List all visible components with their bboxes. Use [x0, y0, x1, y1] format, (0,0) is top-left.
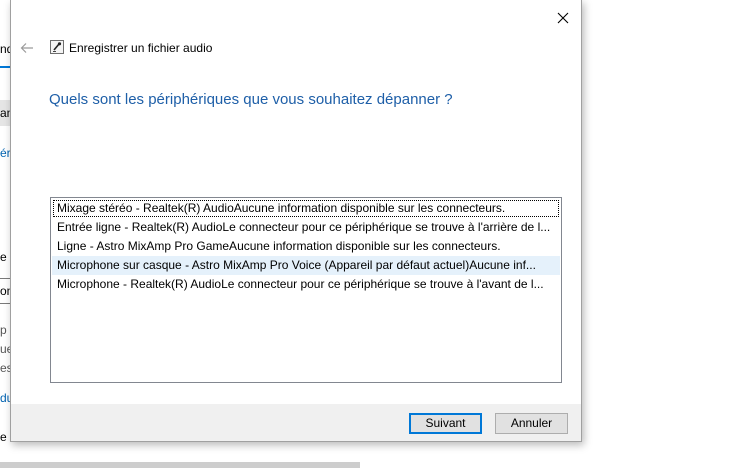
device-list-item[interactable]: Ligne - Astro MixAmp Pro GameAucune info…: [52, 237, 560, 256]
microphone-troubleshooter-icon: [50, 40, 64, 54]
device-list-item[interactable]: Mixage stéréo - Realtek(R) AudioAucune i…: [52, 199, 560, 218]
back-arrow-icon: [20, 43, 33, 53]
background-accent-line: [0, 66, 10, 68]
dialog-title: Enregistrer un fichier audio: [69, 41, 213, 55]
device-list-item[interactable]: Microphone - Realtek(R) AudioLe connecte…: [52, 275, 560, 294]
background-text-fragment: e: [0, 430, 7, 444]
screen: p nd an ér e on p ue es du e Enregistrer…: [0, 0, 745, 472]
close-button[interactable]: [551, 6, 575, 30]
close-icon: [557, 12, 569, 24]
device-list[interactable]: Mixage stéréo - Realtek(R) AudioAucune i…: [50, 197, 562, 383]
back-button[interactable]: [17, 38, 37, 58]
device-list-rows: Mixage stéréo - Realtek(R) AudioAucune i…: [52, 199, 560, 294]
background-text-fragment: e: [0, 250, 7, 264]
background-scrollbar[interactable]: [0, 462, 360, 468]
device-list-item[interactable]: Entrée ligne - Realtek(R) AudioLe connec…: [52, 218, 560, 237]
cancel-button[interactable]: Annuler: [495, 413, 568, 434]
device-list-item[interactable]: Microphone sur casque - Astro MixAmp Pro…: [52, 256, 560, 275]
page-heading: Quels sont les périphériques que vous so…: [49, 91, 453, 108]
background-text-fragment: p: [0, 323, 7, 337]
dialog-footer: Suivant Annuler: [11, 404, 581, 441]
next-button[interactable]: Suivant: [409, 413, 482, 434]
troubleshooter-dialog: Enregistrer un fichier audio Quels sont …: [10, 0, 582, 442]
